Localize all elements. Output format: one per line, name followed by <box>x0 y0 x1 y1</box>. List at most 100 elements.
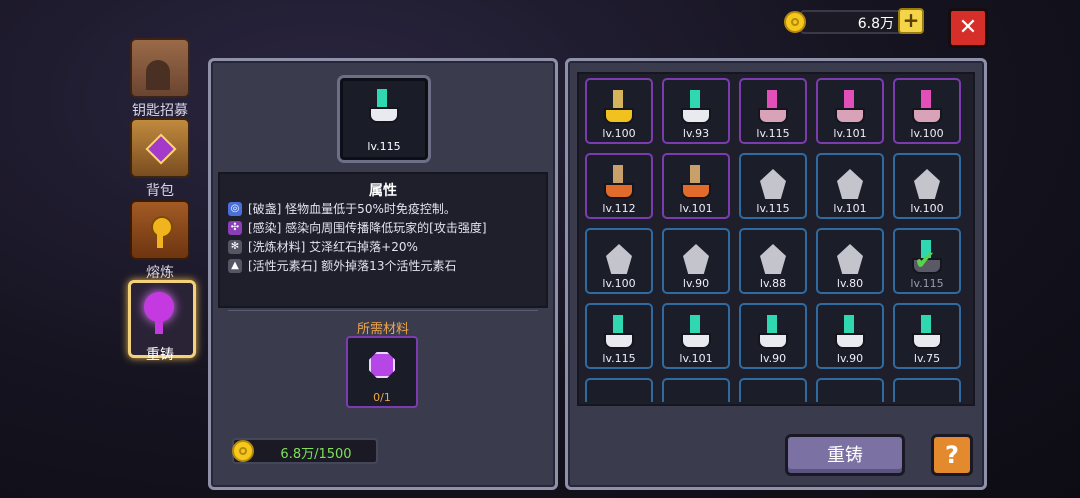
sidebar-item-key-recruit[interactable]: 钥匙招募 <box>124 38 196 120</box>
inventory-grid: lv.100 lv.93 lv.115 lv.101 lv.100 lv.112 lv.10… <box>585 78 969 402</box>
slot-level: lv.80 <box>836 277 864 290</box>
attribute-row: ▲ [活性元素石] 额外掉落13个活性元素石 <box>228 257 456 274</box>
check-icon: ✔ <box>914 246 936 276</box>
smelt-chest-icon <box>130 200 190 260</box>
plus-icon: + <box>902 8 920 32</box>
pink-key-icon <box>910 90 944 130</box>
slot-level: lv.115 <box>910 277 944 290</box>
inventory-slot[interactable]: lv.101 <box>662 153 730 219</box>
attribute-row: ✻ [洗炼材料] 艾泽红石掉落+20% <box>228 238 418 255</box>
pink-key-icon <box>833 90 867 130</box>
selected-teal-key-icon: ✔ <box>910 240 944 280</box>
attributes-title: 属性 <box>369 183 397 199</box>
inventory-slot[interactable] <box>893 378 961 402</box>
inventory-slot[interactable]: lv.115 <box>739 78 807 144</box>
inventory-slot[interactable] <box>662 378 730 402</box>
materials-title: 所需材料 <box>356 322 409 337</box>
orange-key-icon <box>602 165 636 205</box>
inventory-slot[interactable]: lv.90 <box>662 228 730 294</box>
inventory-slot[interactable] <box>739 378 807 402</box>
grey-shard-icon <box>602 240 636 280</box>
currency-amount: 6.8万 <box>857 16 894 32</box>
selected-item-level: lv.115 <box>367 140 401 153</box>
inventory-slot[interactable]: lv.101 <box>816 153 884 219</box>
slot-level: lv.101 <box>833 127 867 140</box>
inventory-slot[interactable]: lv.93 <box>662 78 730 144</box>
gold-coin-icon <box>784 11 806 33</box>
swirl-icon: ◎ <box>228 201 242 216</box>
infection-icon: ✣ <box>228 220 242 235</box>
slot-level: lv.100 <box>910 202 944 215</box>
inventory-slot[interactable]: lv.100 <box>893 153 961 219</box>
sidebar-item-backpack[interactable]: 背包 <box>124 118 196 200</box>
teal-key-icon <box>679 315 713 355</box>
inventory-slot[interactable]: lv.88 <box>739 228 807 294</box>
selected-item-slot[interactable]: lv.115 <box>340 78 428 160</box>
gold-coin-icon <box>232 440 254 462</box>
teal-key-icon <box>369 89 399 129</box>
grey-shard-icon <box>756 165 790 205</box>
slot-level: lv.100 <box>602 277 636 290</box>
sidebar-item-smelt[interactable]: 熔炼 <box>124 200 196 282</box>
slot-level: lv.112 <box>602 202 636 215</box>
inventory-slot[interactable]: lv.100 <box>585 228 653 294</box>
slot-level: lv.93 <box>682 127 710 140</box>
gold-key-icon <box>602 90 636 130</box>
slot-level: lv.101 <box>679 202 713 215</box>
inventory-slot[interactable]: lv.115 <box>739 153 807 219</box>
gate-icon <box>130 38 190 98</box>
purple-gem-icon <box>369 352 395 378</box>
grey-shard-icon <box>833 165 867 205</box>
slot-level: lv.100 <box>602 127 636 140</box>
slot-level: lv.75 <box>913 352 941 365</box>
reforge-button[interactable]: 重铸 <box>785 434 905 476</box>
inventory-slot[interactable]: lv.100 <box>893 78 961 144</box>
inventory-slot[interactable] <box>816 378 884 402</box>
orange-key-icon <box>679 165 713 205</box>
grey-shard-icon <box>833 240 867 280</box>
inventory-slot[interactable] <box>585 378 653 402</box>
inventory-slot[interactable]: lv.75 <box>893 303 961 369</box>
sidebar-item-label: 钥匙招募 <box>132 103 188 119</box>
sidebar-item-label: 背包 <box>146 183 174 199</box>
inventory-slot[interactable]: lv.115 <box>585 303 653 369</box>
slot-level: lv.90 <box>759 352 787 365</box>
grey-shard-icon <box>756 240 790 280</box>
inventory-slot[interactable]: lv.90 <box>816 303 884 369</box>
sidebar-item-label: 熔炼 <box>146 265 174 281</box>
material-count: 0/1 <box>373 391 391 404</box>
inventory-slot[interactable]: lv.80 <box>816 228 884 294</box>
slot-level: lv.115 <box>602 352 636 365</box>
slot-level: lv.101 <box>833 202 867 215</box>
slot-level: lv.90 <box>836 352 864 365</box>
teal-key-icon <box>833 315 867 355</box>
inventory-slot[interactable]: lv.101 <box>816 78 884 144</box>
backpack-chest-icon <box>130 118 190 178</box>
inventory-slot[interactable]: lv.100 <box>585 78 653 144</box>
element-stone-icon: ▲ <box>228 258 242 273</box>
add-currency-button[interactable]: + <box>898 8 924 34</box>
grey-shard-icon <box>910 165 944 205</box>
gear-icon: ✻ <box>228 239 242 254</box>
divider <box>228 310 538 311</box>
help-button[interactable]: ? <box>931 434 973 476</box>
close-button[interactable]: ✕ <box>948 8 988 48</box>
inventory-slot[interactable]: lv.112 <box>585 153 653 219</box>
slot-level: lv.100 <box>910 127 944 140</box>
close-icon: ✕ <box>958 15 978 40</box>
slot-level: lv.101 <box>679 352 713 365</box>
attribute-row: ◎ [破盏] 怪物血量低于50%时免疫控制。 <box>228 200 456 217</box>
help-icon: ? <box>945 441 959 469</box>
inventory-slot[interactable]: lv.90 <box>739 303 807 369</box>
slot-level: lv.90 <box>682 277 710 290</box>
pink-key-icon <box>756 90 790 130</box>
attribute-row: ✣ [感染] 感染向周围传播降低玩家的[攻击强度] <box>228 219 487 236</box>
slot-level: lv.115 <box>756 202 790 215</box>
inventory-slot[interactable]: ✔ lv.115 <box>893 228 961 294</box>
slot-level: lv.115 <box>756 127 790 140</box>
cost-text: 6.8万/1500 <box>280 447 352 462</box>
sidebar-item-reforge[interactable]: 重铸 <box>124 280 196 364</box>
inventory-slot[interactable]: lv.101 <box>662 303 730 369</box>
material-slot[interactable]: 0/1 <box>346 336 418 408</box>
teal-key-icon <box>602 315 636 355</box>
